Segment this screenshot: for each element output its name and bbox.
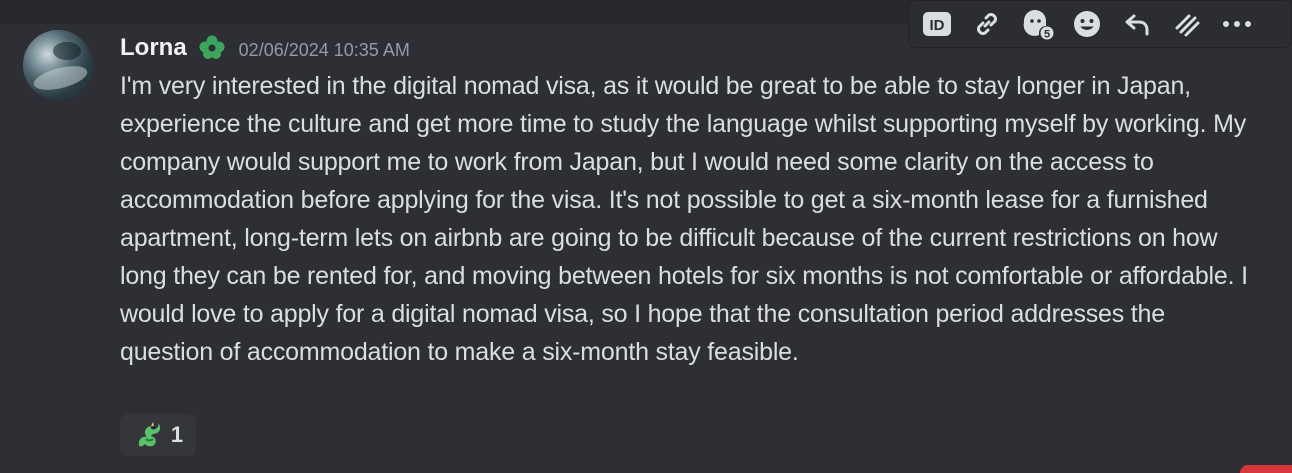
reaction-count: 1	[170, 422, 184, 447]
author-name[interactable]: Lorna	[120, 34, 187, 62]
id-icon: ID	[923, 12, 951, 36]
role-icon[interactable]	[197, 33, 227, 63]
message-content: I'm very interested in the digital nomad…	[120, 72, 1248, 366]
svg-text:5: 5	[1044, 29, 1050, 41]
message-actions-toolbar: ID 5	[908, 0, 1292, 48]
chat-message: Lorna 02/06/2024 10:35 AM I'm very inter…	[0, 0, 1292, 473]
super-reaction-button[interactable]: 5	[1015, 2, 1059, 46]
create-thread-button[interactable]	[1165, 2, 1209, 46]
reply-button[interactable]	[1115, 2, 1159, 46]
message-header: Lorna 02/06/2024 10:35 AM	[120, 32, 410, 64]
dragon-emoji-icon	[133, 420, 163, 450]
add-reaction-super-icon: 5	[1023, 9, 1054, 41]
emoji-icon	[1074, 11, 1100, 37]
add-reaction-button[interactable]	[1065, 2, 1109, 46]
notification-badge	[1240, 465, 1292, 473]
reply-icon	[1125, 14, 1149, 36]
reaction-button[interactable]: 1	[120, 414, 196, 456]
svg-text:ID: ID	[930, 17, 945, 34]
more-options-button[interactable]	[1215, 2, 1259, 46]
avatar[interactable]	[23, 30, 93, 100]
copy-id-button[interactable]: ID	[915, 2, 959, 46]
more-icon	[1223, 21, 1251, 27]
thread-icon	[1175, 14, 1200, 37]
link-icon	[977, 13, 997, 35]
copy-link-button[interactable]	[965, 2, 1009, 46]
message-timestamp[interactable]: 02/06/2024 10:35 AM	[239, 40, 410, 61]
